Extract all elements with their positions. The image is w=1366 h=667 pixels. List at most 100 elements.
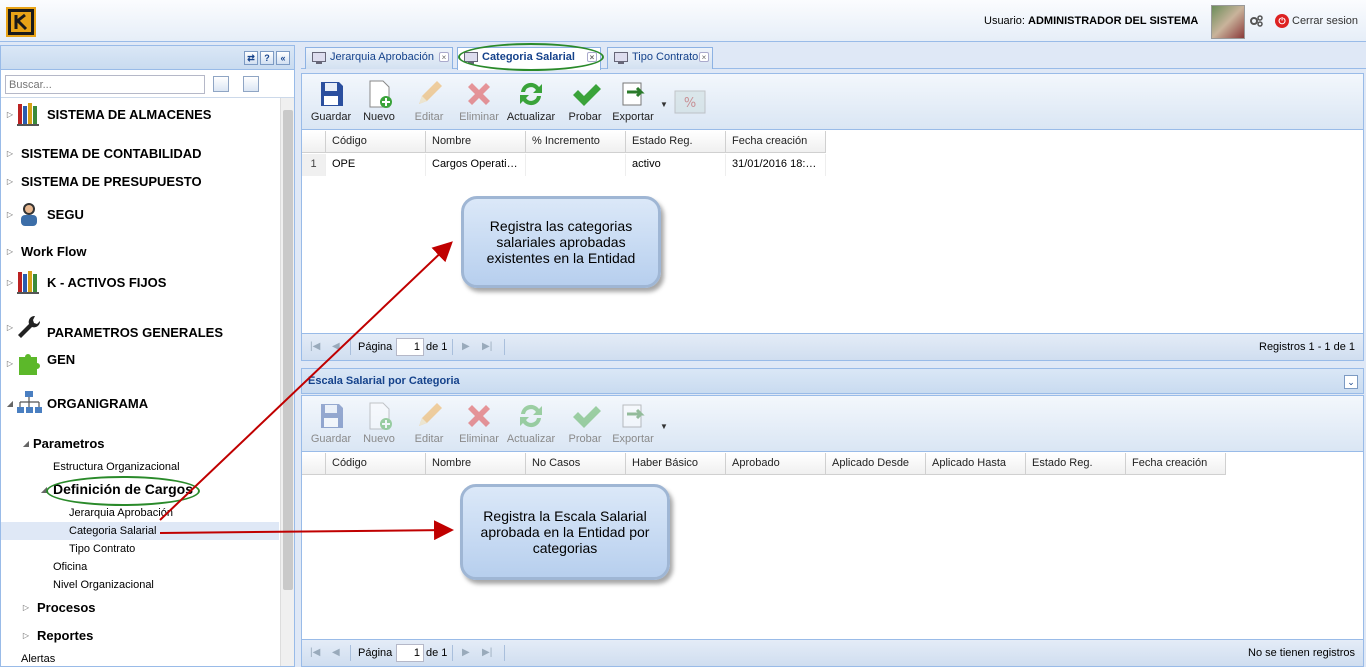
expand-arrow-icon[interactable]: ▷ xyxy=(5,323,15,332)
column-header[interactable]: Código xyxy=(326,131,426,153)
table-row[interactable]: 1 OPE Cargos Operativ... activo 31/01/20… xyxy=(302,154,826,176)
column-header[interactable]: Estado Reg. xyxy=(626,131,726,153)
tree-item-gen[interactable]: ▷ GEN xyxy=(5,348,75,378)
expand-arrow-icon[interactable]: ▷ xyxy=(5,278,15,287)
column-header[interactable]: Aplicado Desde xyxy=(826,453,926,475)
button-label: Guardar xyxy=(310,111,352,123)
export-button[interactable]: Exportar xyxy=(608,78,658,126)
tab-jerarquia[interactable]: Jerarquia Aprobación × xyxy=(305,47,453,69)
last-page-icon[interactable]: ▶| xyxy=(482,647,492,658)
column-header[interactable]: Fecha creación xyxy=(726,131,826,153)
expand-arrow-icon[interactable]: ▷ xyxy=(5,177,15,186)
edit-button[interactable]: Editar xyxy=(404,400,454,448)
export-dropdown-icon[interactable]: ▼ xyxy=(660,100,668,109)
prev-page-icon[interactable]: ◀ xyxy=(332,341,340,352)
close-tab-icon[interactable]: × xyxy=(439,52,449,62)
help-icon[interactable]: ? xyxy=(260,51,274,65)
avatar[interactable] xyxy=(1211,5,1245,39)
next-page-icon[interactable]: ▶ xyxy=(462,647,470,658)
column-header[interactable]: Haber Básico xyxy=(626,453,726,475)
column-header[interactable]: Nombre xyxy=(426,453,526,475)
tree-item-estructura[interactable]: Estructura Organizacional xyxy=(53,458,180,476)
tree-item-almacenes[interactable]: ▷ SISTEMA DE ALMACENES xyxy=(5,100,211,128)
pencil-icon xyxy=(419,403,442,426)
column-header[interactable]: Código xyxy=(326,453,426,475)
tree-item-segu[interactable]: ▷ SEGU xyxy=(5,200,84,228)
tree-label: Nivel Organizacional xyxy=(53,579,154,591)
tree-item-activos[interactable]: ▷ K - ACTIVOS FIJOS xyxy=(5,268,166,296)
test-button[interactable]: Probar xyxy=(560,78,610,126)
close-tab-icon[interactable]: × xyxy=(699,52,709,62)
tree-item-parametros-generales[interactable]: ▷ PARAMETROS GENERALES xyxy=(5,312,223,342)
expand-arrow-icon[interactable]: ▷ xyxy=(5,110,15,119)
column-header[interactable]: % Incremento xyxy=(526,131,626,153)
page-input[interactable]: 1 xyxy=(396,644,424,662)
collapse-left-icon[interactable]: « xyxy=(276,51,290,65)
refresh-button[interactable]: Actualizar xyxy=(506,400,556,448)
new-button[interactable]: Nuevo xyxy=(354,78,404,126)
tree-item-jerarquia[interactable]: Jerarquia Aprobación xyxy=(69,504,173,522)
expand-arrow-icon[interactable]: ▷ xyxy=(21,631,31,640)
search-options-icon[interactable] xyxy=(213,76,229,92)
search-input[interactable] xyxy=(5,75,205,94)
last-page-icon[interactable]: ▶| xyxy=(482,341,492,352)
column-header[interactable]: Aprobado xyxy=(726,453,826,475)
new-button[interactable]: Nuevo xyxy=(354,400,404,448)
gear-icon[interactable] xyxy=(1249,14,1263,28)
tree-item-procesos[interactable]: ▷ Procesos xyxy=(21,598,96,616)
app-logo[interactable] xyxy=(6,7,36,37)
first-page-icon[interactable]: |◀ xyxy=(310,647,320,658)
test-button[interactable]: Probar xyxy=(560,400,610,448)
expand-arrow-icon[interactable]: ▷ xyxy=(5,149,15,158)
collapse-arrow-icon[interactable]: ◢ xyxy=(21,439,31,448)
edit-button[interactable]: Editar xyxy=(404,78,454,126)
logout-button[interactable]: ⏻ Cerrar sesion xyxy=(1275,14,1358,28)
separator xyxy=(452,645,453,661)
sidebar-scrollbar[interactable] xyxy=(280,98,294,666)
delete-button[interactable]: Eliminar xyxy=(454,400,504,448)
tree-item-parametros[interactable]: ◢ Parametros xyxy=(21,434,105,452)
tree-item-oficina[interactable]: Oficina xyxy=(53,558,87,576)
tree-item-contabilidad[interactable]: ▷ SISTEMA DE CONTABILIDAD xyxy=(5,144,202,162)
page-total: de 1 xyxy=(426,647,448,659)
column-header[interactable]: Fecha creación xyxy=(1126,453,1226,475)
expand-arrow-icon[interactable]: ▷ xyxy=(5,210,15,219)
tree-label: Estructura Organizacional xyxy=(53,461,180,473)
tree-item-tipo-contrato[interactable]: Tipo Contrato xyxy=(69,540,135,558)
column-header[interactable]: No Casos xyxy=(526,453,626,475)
column-header[interactable]: Nombre xyxy=(426,131,526,153)
first-page-icon[interactable]: |◀ xyxy=(310,341,320,352)
prev-page-icon[interactable]: ◀ xyxy=(332,647,340,658)
delete-button[interactable]: Eliminar xyxy=(454,78,504,126)
expand-arrow-icon[interactable]: ▷ xyxy=(21,603,31,612)
tree-item-reportes[interactable]: ▷ Reportes xyxy=(21,626,93,644)
expand-arrow-icon[interactable]: ▷ xyxy=(5,359,15,368)
window-icon xyxy=(614,52,628,64)
logout-label: Cerrar sesion xyxy=(1292,15,1359,27)
column-header[interactable]: Estado Reg. xyxy=(1026,453,1126,475)
column-header[interactable]: Aplicado Hasta xyxy=(926,453,1026,475)
page-input[interactable]: 1 xyxy=(396,338,424,356)
scrollbar-thumb[interactable] xyxy=(283,110,293,590)
tree-item-nivel[interactable]: Nivel Organizacional xyxy=(53,576,154,594)
tree-item-categoria-salarial[interactable]: Categoria Salarial xyxy=(1,522,279,540)
next-page-icon[interactable]: ▶ xyxy=(462,341,470,352)
list-view-icon[interactable] xyxy=(243,76,259,92)
tree-item-presupuesto[interactable]: ▷ SISTEMA DE PRESUPUESTO xyxy=(5,172,202,190)
button-label: Probar xyxy=(568,433,602,445)
tab-tipo-contrato[interactable]: Tipo Contrato × xyxy=(607,47,713,69)
tree-item-alertas[interactable]: Alertas xyxy=(21,650,55,666)
tree-label: Jerarquia Aprobación xyxy=(69,507,173,519)
save-button[interactable]: Guardar xyxy=(306,78,356,126)
refresh-icon[interactable]: ⇄ xyxy=(244,51,258,65)
tree-item-organigrama[interactable]: ◢ ORGANIGRAMA xyxy=(5,388,148,418)
export-dropdown-icon[interactable]: ▼ xyxy=(660,422,668,431)
collapse-arrow-icon[interactable]: ◢ xyxy=(5,399,15,408)
expand-arrow-icon[interactable]: ▷ xyxy=(5,247,15,256)
refresh-button[interactable]: Actualizar xyxy=(506,78,556,126)
save-button[interactable]: Guardar xyxy=(306,400,356,448)
export-button[interactable]: Exportar xyxy=(608,400,658,448)
percent-icon[interactable]: % xyxy=(674,90,706,114)
collapse-panel-icon[interactable]: ⌄ xyxy=(1344,375,1358,389)
tree-item-workflow[interactable]: ▷ Work Flow xyxy=(5,242,87,260)
